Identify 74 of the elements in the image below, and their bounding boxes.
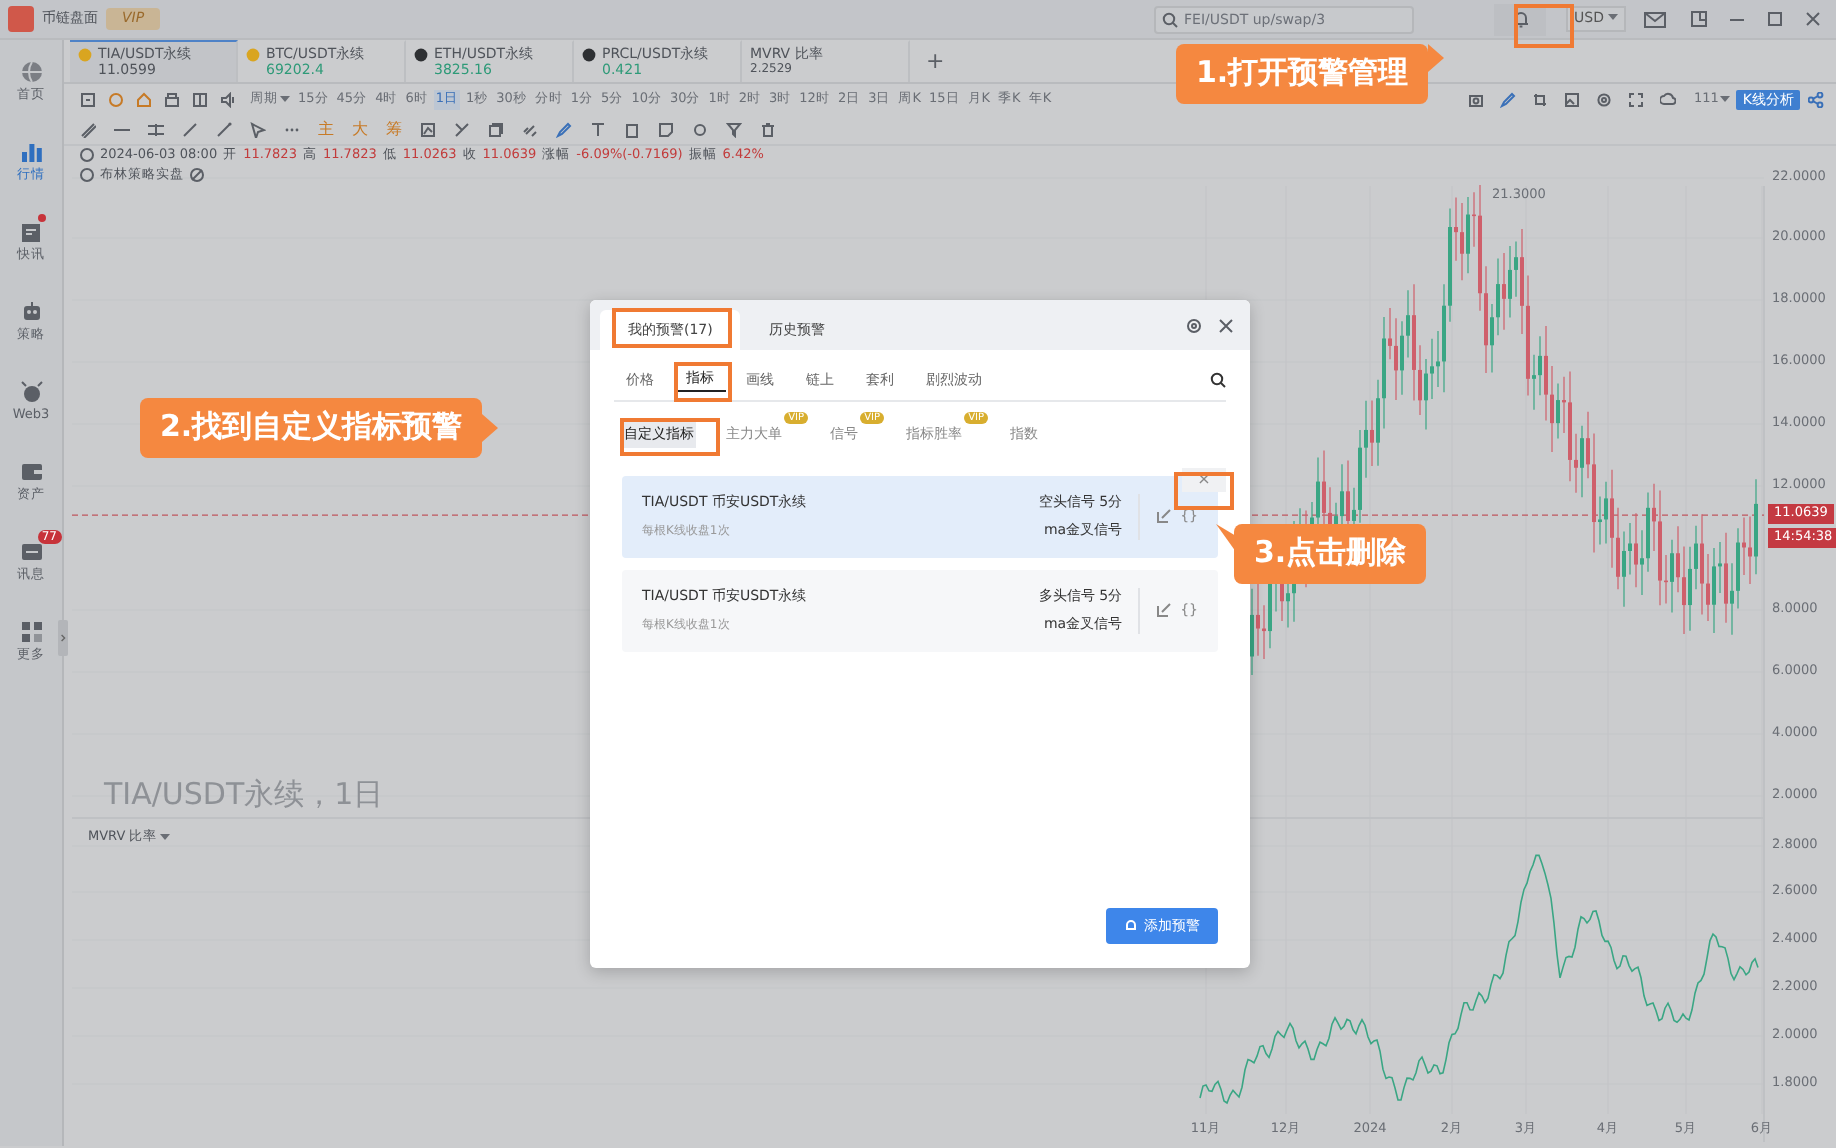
trash-icon[interactable] [760, 122, 776, 138]
close-button[interactable] [1218, 317, 1234, 333]
layout-icon [1690, 10, 1708, 28]
bell-icon [1124, 918, 1138, 933]
message-icon [19, 540, 43, 565]
search-icon [1210, 371, 1226, 388]
indicator-tool[interactable]: 筹 [386, 122, 402, 138]
indicator-tool[interactable]: 主 [318, 122, 334, 138]
callout-text: 2.找到自定义指标预警 [140, 398, 483, 457]
hide-icon[interactable] [190, 168, 204, 183]
robot-icon [19, 300, 43, 325]
callout-text: 3.点击删除 [1234, 524, 1427, 583]
pointer-icon[interactable] [250, 122, 266, 138]
settings-icon[interactable] [1595, 92, 1612, 108]
settings-icon [1186, 317, 1202, 333]
highlight-frame [1174, 472, 1234, 510]
search-button[interactable] [1210, 371, 1226, 388]
diagonal-lines-icon[interactable] [80, 122, 96, 138]
highlight-frame [674, 362, 732, 402]
highlight-frame [620, 418, 720, 456]
settings-button[interactable] [1186, 317, 1202, 333]
add-tab-button[interactable]: + [910, 40, 961, 82]
globe-icon [19, 60, 43, 85]
fullscreen-icon[interactable] [1627, 92, 1644, 108]
highlight-frame [612, 308, 732, 348]
news-icon [19, 220, 43, 245]
chart-watermark: TIA/USDT永续，1日 [104, 776, 384, 812]
copy-icon[interactable] [488, 122, 504, 138]
panel-icon[interactable] [192, 92, 208, 108]
wallet-icon [19, 460, 43, 485]
caret-icon [159, 833, 170, 842]
caret-icon [1608, 14, 1618, 23]
filter-icon[interactable] [726, 122, 742, 138]
search-icon [1162, 11, 1179, 27]
maximize-icon [1766, 10, 1784, 28]
line-icon[interactable] [216, 122, 232, 138]
layout-button[interactable] [1690, 10, 1708, 28]
ray-icon[interactable] [182, 122, 198, 138]
close-icon [1804, 10, 1822, 28]
close-button[interactable] [1804, 10, 1822, 28]
collapse-handle[interactable] [58, 620, 68, 656]
share-icon[interactable] [1808, 92, 1824, 108]
indicator-tool[interactable]: 大 [352, 122, 368, 138]
home-icon[interactable] [136, 92, 152, 108]
mail-icon [1644, 11, 1666, 27]
callout-pointer [482, 414, 499, 442]
app-logo [8, 6, 34, 32]
text-tool-icon[interactable] [590, 122, 606, 138]
maximize-button[interactable] [1766, 10, 1784, 28]
mail-button[interactable] [1644, 11, 1666, 27]
grid-icon [19, 620, 43, 645]
image-icon[interactable] [1563, 92, 1580, 108]
callout-pointer [1428, 44, 1445, 72]
edit-icon[interactable] [1156, 508, 1173, 525]
square-icon[interactable] [80, 92, 96, 108]
chart-frame-icon[interactable] [420, 122, 436, 138]
camera-icon[interactable] [1467, 92, 1484, 108]
crop-icon[interactable] [1531, 92, 1548, 108]
clipboard-icon[interactable] [624, 122, 640, 138]
pencil-icon[interactable] [1499, 92, 1516, 108]
close-icon [1218, 317, 1234, 333]
printer-icon[interactable] [164, 92, 180, 108]
callout-text: 1.打开预警管理 [1176, 44, 1429, 103]
note-icon[interactable] [658, 122, 674, 138]
caret-icon [1720, 95, 1731, 104]
cloud-icon[interactable] [1659, 92, 1676, 108]
bar-chart-icon [19, 140, 43, 165]
highlight-frame [1514, 4, 1574, 48]
parallel-lines-icon[interactable] [148, 122, 164, 138]
caret-icon [280, 95, 290, 104]
speaker-icon[interactable] [220, 92, 236, 108]
cube-icon [19, 380, 43, 405]
edit-icon[interactable] [1156, 602, 1173, 619]
highlighter-icon[interactable] [556, 122, 572, 138]
